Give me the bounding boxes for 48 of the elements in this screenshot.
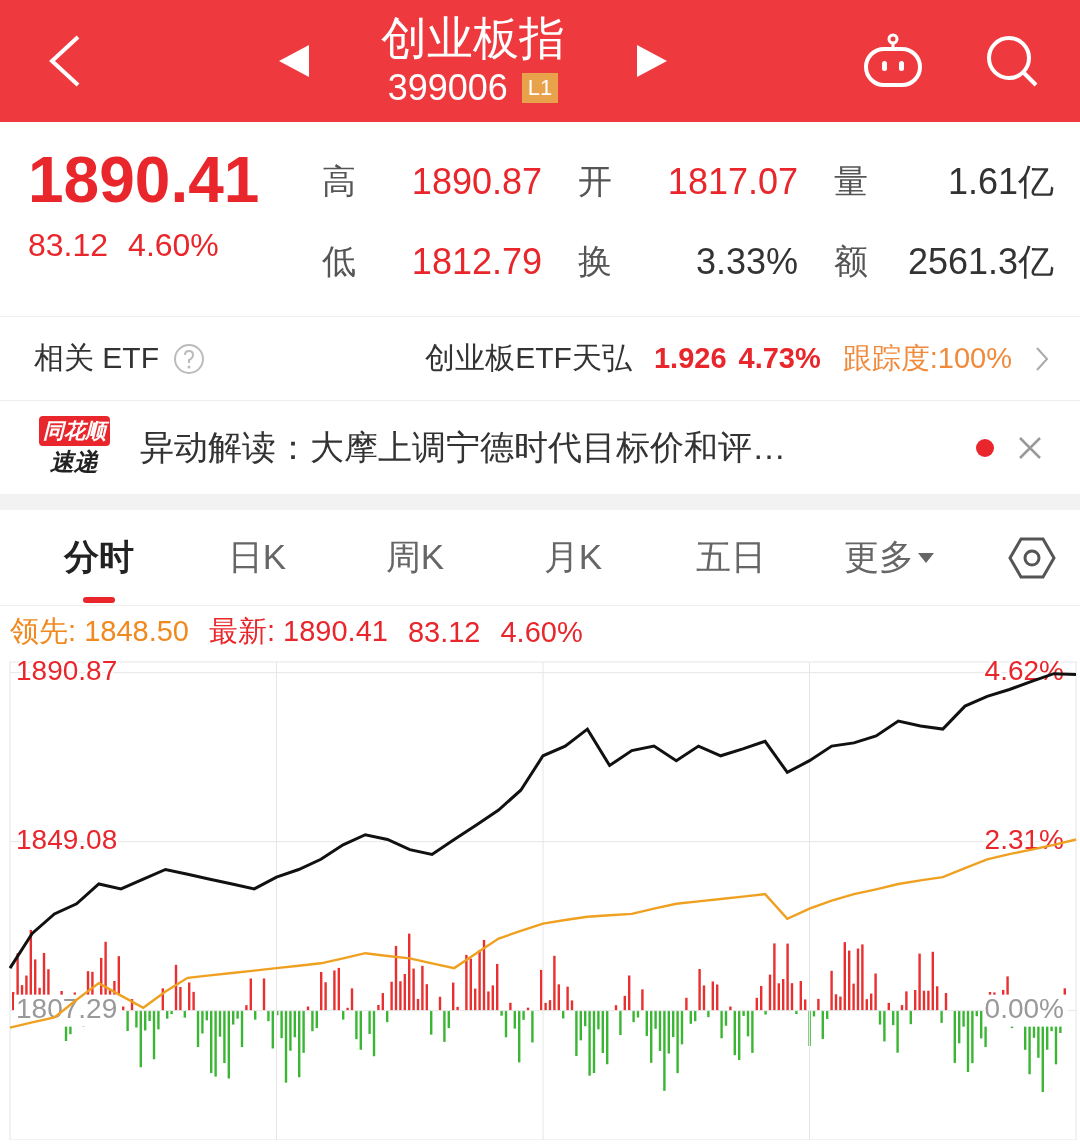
brand-logo-bottom: 速递 — [50, 446, 98, 477]
stat-label: 换 — [578, 241, 612, 282]
etf-change: 4.73% — [738, 342, 821, 375]
stat-label: 开 — [578, 161, 612, 202]
dropdown-caret-icon — [918, 552, 934, 563]
axis-label: 1849.08 — [16, 824, 118, 855]
stat-label: 量 — [834, 161, 868, 202]
index-title: 创业板指 — [381, 12, 565, 64]
stat-value: 2561.3亿 — [907, 239, 1054, 284]
chart-tab[interactable]: 更多 — [810, 510, 968, 605]
axis-label: 1890.87 — [16, 658, 118, 687]
robot-icon[interactable] — [862, 33, 924, 89]
legend-change: 83.12 — [407, 615, 481, 649]
index-code: 399006 — [387, 67, 508, 110]
axis-label: 2.31% — [984, 824, 1064, 855]
etf-price: 1.926 — [653, 342, 727, 375]
etf-name[interactable]: 创业板ETF天弘 — [425, 338, 632, 379]
settings-icon[interactable] — [1008, 535, 1056, 580]
chart-tab[interactable]: 分时 — [20, 510, 178, 605]
stat-label: 额 — [834, 241, 868, 282]
tracking-degree: 跟踪度:100% — [842, 340, 1012, 376]
axis-label: 0.00% — [984, 993, 1064, 1024]
brand-logo-top: 同花顺 — [38, 415, 110, 446]
lead-legend: 领先: 1848.50 — [10, 612, 189, 652]
chart-tab[interactable]: 五日 — [652, 510, 810, 605]
stat-value: 1817.07 — [667, 161, 798, 203]
next-triangle-icon[interactable] — [635, 43, 669, 79]
latest-legend: 最新: 1890.41 — [208, 612, 388, 652]
stat-value: 1890.87 — [411, 161, 542, 203]
stat-label: 低 — [322, 241, 356, 282]
close-icon[interactable] — [1018, 435, 1042, 460]
stat-label: 高 — [322, 161, 356, 202]
level-badge: L1 — [521, 73, 559, 104]
chart-tab[interactable]: 月K — [494, 510, 652, 605]
stat-value: 1812.79 — [411, 241, 542, 283]
stat-value: 1.61亿 — [947, 159, 1054, 204]
current-price: 1890.41 — [28, 143, 260, 218]
news-headline[interactable]: 异动解读：大摩上调宁德时代目标价和评… — [140, 424, 786, 471]
percent-change: 4.60% — [128, 226, 219, 264]
previous-triangle-icon[interactable] — [277, 43, 311, 79]
chart-tab[interactable]: 周K — [336, 510, 494, 605]
chart-tab[interactable]: 日K — [178, 510, 336, 605]
axis-label: 4.62% — [984, 658, 1064, 687]
search-icon[interactable] — [984, 33, 1040, 89]
etf-label: 相关 ETF — [34, 340, 159, 376]
stat-value: 3.33% — [695, 241, 798, 283]
price-change: 83.12 — [28, 226, 109, 264]
legend-percent: 4.60% — [500, 615, 583, 649]
